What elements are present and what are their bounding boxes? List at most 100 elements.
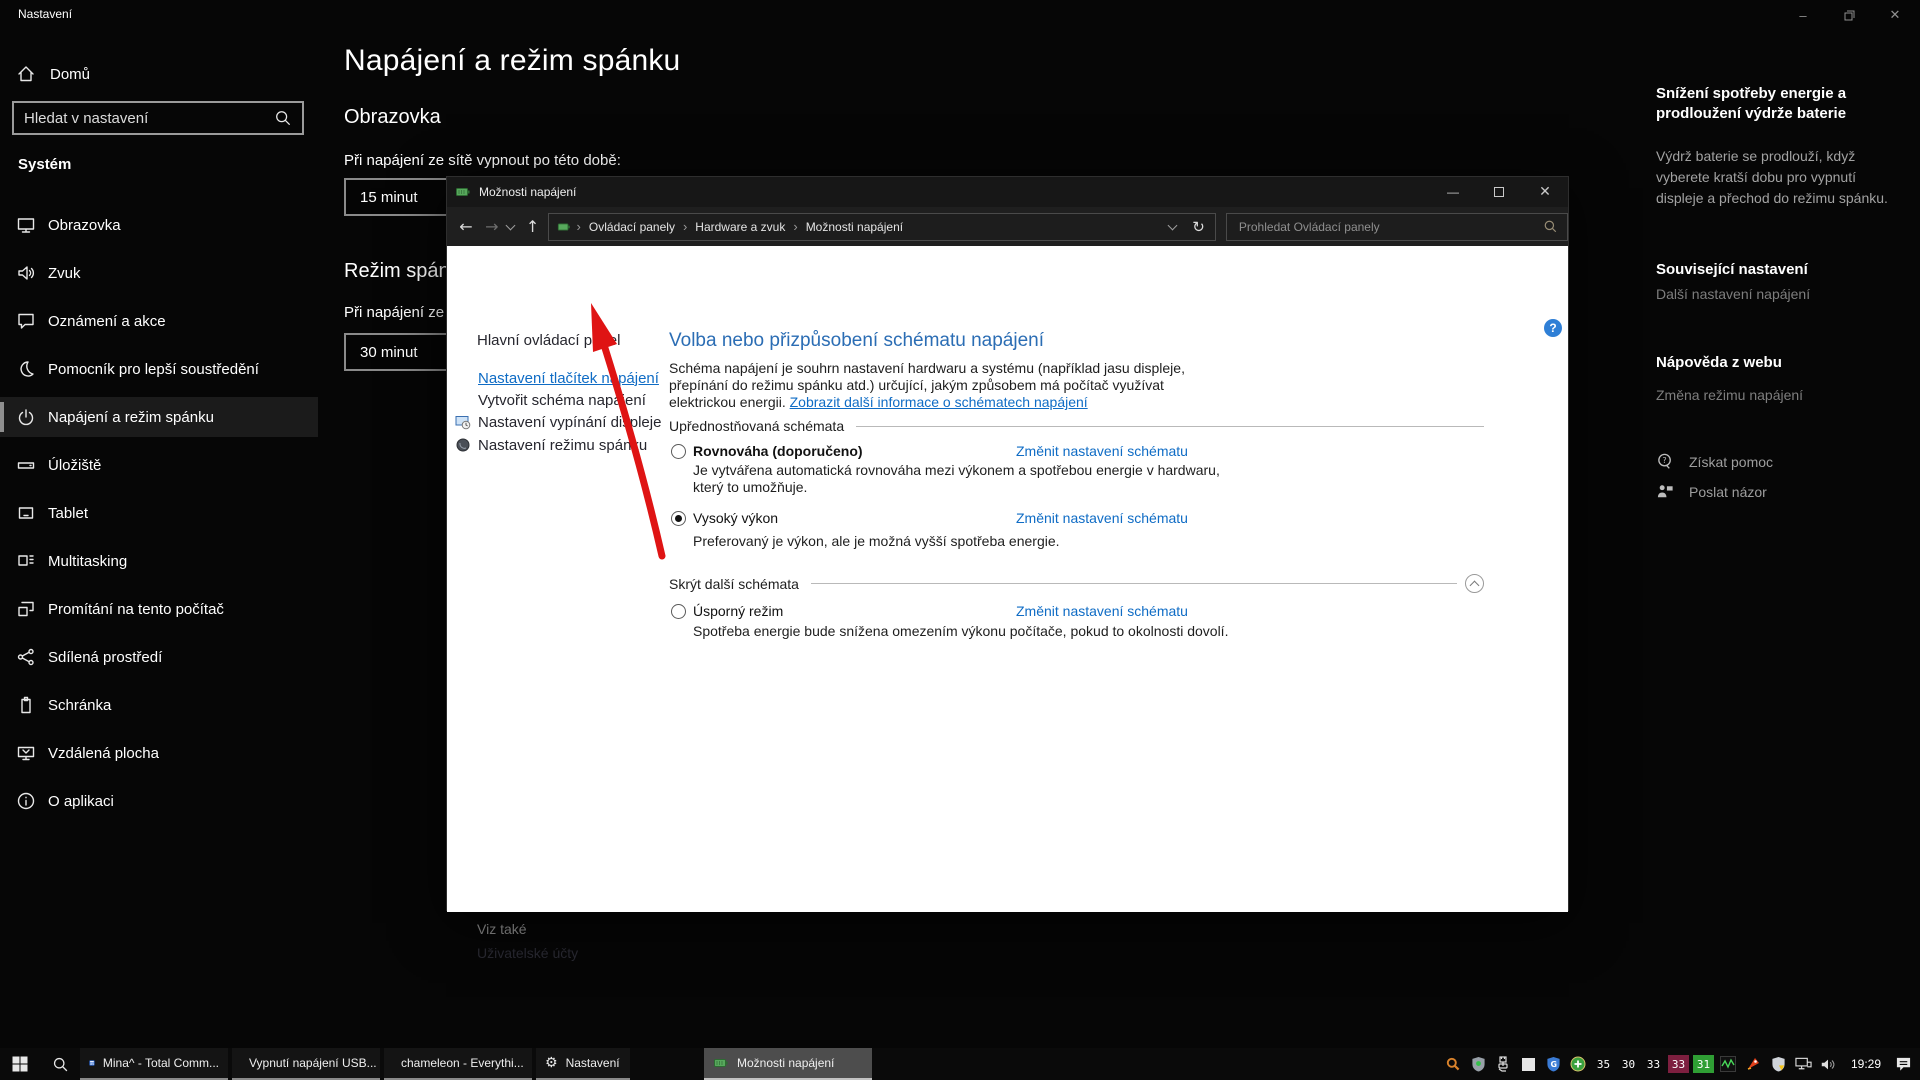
control-panel-search-box[interactable] [1226,213,1568,241]
change-plan-settings-link[interactable]: Změnit nastavení schématu [1016,443,1188,459]
taskbar-button-power-options[interactable]: Možnosti napájení [704,1048,872,1080]
breadcrumb-power-options[interactable]: Možnosti napájení [804,220,905,234]
related-settings-heading: Související nastavení [1656,260,1906,280]
web-help-link[interactable]: Změna režimu napájení [1656,387,1906,403]
power-buttons-settings-link[interactable]: Nastavení tlačítek napájení [478,370,659,387]
temp-badge[interactable]: 35 [1593,1055,1614,1073]
drive-icon [16,455,36,475]
sleep-timeout-settings-link[interactable]: Nastavení režimu spánku [478,437,647,454]
close-button[interactable]: ✕ [1872,0,1918,30]
temp-badge-red[interactable]: 33 [1668,1055,1689,1073]
refresh-icon[interactable]: ↻ [1182,218,1215,236]
get-help-row[interactable]: ? Získat pomoc [1656,452,1773,471]
get-help-label: Získat pomoc [1689,454,1773,470]
defender-warning-icon[interactable] [1768,1053,1789,1075]
antivirus-shield-icon[interactable] [1468,1053,1489,1075]
breadcrumb-hardware-sound[interactable]: Hardware a zvuk [693,220,787,234]
sidebar-item-tablet[interactable]: Tablet [0,493,318,533]
sidebar-item-about[interactable]: O aplikaci [0,781,318,821]
temp-badge[interactable]: 30 [1618,1055,1639,1073]
breadcrumb-control-panel[interactable]: Ovládací panely [587,220,677,234]
search-icon [1543,219,1558,234]
sidebar-item-notifications[interactable]: Oznámení a akce [0,301,318,341]
sidebar-item-home[interactable]: Domů [0,56,318,92]
guard-shield-icon[interactable]: G [1543,1053,1564,1075]
start-button[interactable] [0,1048,40,1080]
sidebar-item-power-sleep[interactable]: Napájení a režim spánku [0,397,318,437]
address-dropdown-icon[interactable] [1168,220,1178,230]
taskbar-button-settings[interactable]: ⚙ Nastavení [536,1048,630,1080]
settings-search-input[interactable] [14,110,274,127]
volume-icon[interactable] [1818,1053,1839,1075]
taskbar-button-everything[interactable]: chameleon - Everythi... [384,1048,532,1080]
create-power-plan-link[interactable]: Vytvořit schéma napájení [478,392,646,409]
feedback-row[interactable]: Poslat názor [1656,482,1767,501]
gear-icon: ⚙ [545,1055,558,1071]
sidebar-item-label: Vzdálená plocha [48,745,159,762]
battery-icon [713,1055,729,1071]
pin-rocket-icon[interactable] [1743,1053,1764,1075]
update-plus-icon[interactable] [1568,1053,1589,1075]
power-saver-radio[interactable] [671,604,686,619]
sidebar-item-storage[interactable]: Úložiště [0,445,318,485]
forward-button[interactable]: → [479,217,505,236]
more-info-link[interactable]: Zobrazit další informace o schématech na… [790,394,1088,410]
back-button[interactable]: ← [453,217,479,236]
related-settings-link[interactable]: Další nastavení napájení [1656,286,1906,302]
activity-graph-icon[interactable] [1718,1053,1739,1075]
change-plan-settings-link[interactable]: Změnit nastavení schématu [1016,510,1188,526]
sidebar-item-sound[interactable]: Zvuk [0,253,318,293]
taskbar-clock[interactable]: 19:29 [1843,1057,1889,1071]
taskbar-button-label: Nastavení [566,1056,620,1070]
restore-icon [1844,10,1855,21]
settings-search-box[interactable] [12,101,304,135]
network-monitor-icon[interactable] [1793,1053,1814,1075]
sidebar-item-display[interactable]: Obrazovka [0,205,318,245]
temp-badge-green[interactable]: 31 [1693,1055,1714,1073]
up-button[interactable]: ↑ [520,217,546,236]
sidebar-item-multitasking[interactable]: Multitasking [0,541,318,581]
app-window-icon[interactable] [1518,1053,1539,1075]
display-timeout-settings-link[interactable]: Nastavení vypínání displeje [478,414,661,431]
collapse-chevron-button[interactable] [1465,574,1484,593]
taskbar-button-browser[interactable]: Vypnutí napájení USB... [232,1048,380,1080]
maximize-button[interactable] [1476,177,1522,207]
speaker-icon [16,263,36,283]
address-bar[interactable]: › Ovládací panely › Hardware a zvuk › Mo… [548,213,1216,241]
history-dropdown-icon[interactable] [505,220,515,230]
minimize-button[interactable]: – [1780,0,1826,30]
everything-tray-icon[interactable] [1443,1053,1464,1075]
temp-badge[interactable]: 33 [1643,1055,1664,1073]
user-accounts-link[interactable]: Uživatelské účty [477,945,578,961]
sidebar-item-shared-experiences[interactable]: Sdílená prostředí [0,637,318,677]
notification-center-icon[interactable] [1893,1053,1914,1075]
window-controls: — ✕ [1430,177,1568,207]
minimize-button[interactable]: — [1430,177,1476,207]
close-button[interactable]: ✕ [1522,177,1568,207]
sidebar-item-label: Obrazovka [48,217,121,234]
control-panel-home-link[interactable]: Hlavní ovládací panel [477,332,620,349]
control-panel-search-input[interactable] [1227,220,1543,234]
change-plan-settings-link[interactable]: Změnit nastavení schématu [1016,603,1188,619]
usb-eject-icon[interactable] [1493,1053,1514,1075]
high-performance-radio[interactable] [671,511,686,526]
taskbar-button-total-commander[interactable]: 64 Mina^ - Total Comm... [80,1048,228,1080]
sidebar-item-remote-desktop[interactable]: Vzdálená plocha [0,733,318,773]
windows-logo-icon [12,1056,28,1072]
battery-icon [557,220,571,234]
restore-button[interactable] [1826,0,1872,30]
power-options-content: ? Hlavní ovládací panel Nastavení tlačít… [447,246,1568,912]
share-icon [16,647,36,667]
multitask-icon [16,551,36,571]
taskbar-search-button[interactable] [40,1048,80,1080]
high-performance-plan-desc: Preferovaný je výkon, ale je možná vyšší… [693,533,1238,550]
group-label: Skrýt další schémata [669,576,799,592]
see-also-heading: Viz také [477,921,527,937]
sidebar-item-clipboard[interactable]: Schránka [0,685,318,725]
sidebar-item-focus-assist[interactable]: Pomocník pro lepší soustředění [0,349,318,389]
feedback-label: Poslat názor [1689,484,1767,500]
sidebar-item-projecting[interactable]: Promítání na tento počítač [0,589,318,629]
power-options-titlebar[interactable]: Možnosti napájení — ✕ [447,177,1568,207]
help-icon[interactable]: ? [1544,319,1562,337]
balanced-radio[interactable] [671,444,686,459]
